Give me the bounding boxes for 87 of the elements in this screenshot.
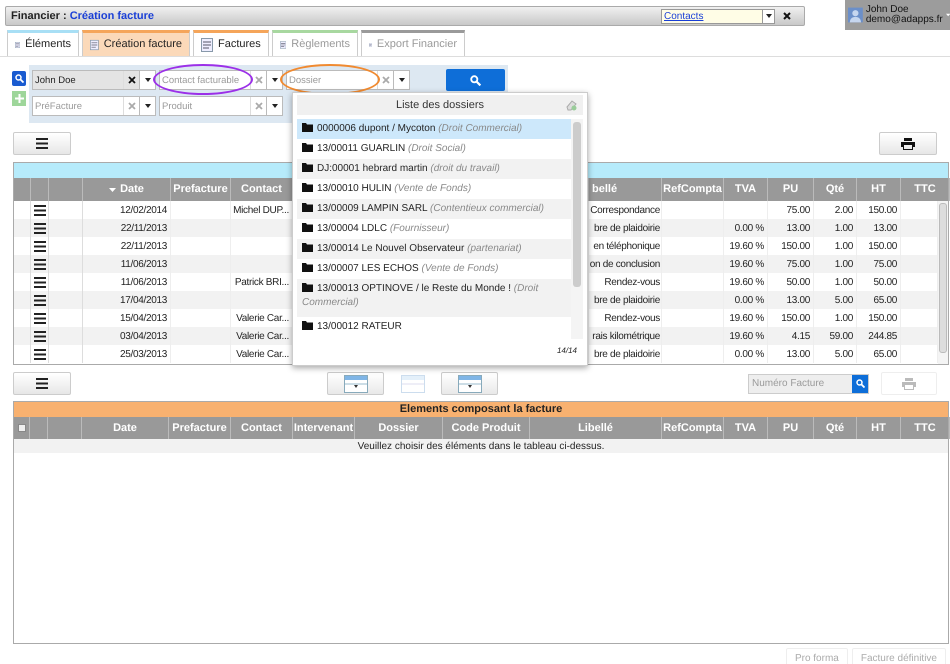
table-cell-text: 50.00 bbox=[786, 276, 810, 290]
dossier-item[interactable]: DJ:00001 hebrard martin (droit du travail) bbox=[297, 159, 571, 179]
table-cell-text: 65.00 bbox=[873, 348, 897, 362]
table-cell-text: 50.00 bbox=[873, 276, 897, 290]
select-input[interactable]: Contact facturable bbox=[160, 71, 250, 89]
table-cell-text: 1.00 bbox=[834, 276, 853, 290]
tab[interactable]: Création facture bbox=[82, 30, 190, 56]
table-cell-text: 22/11/2013 bbox=[120, 222, 167, 236]
dossier-item[interactable]: 13/00014 Le Nouvel Observateur (partenariat) bbox=[297, 239, 571, 259]
user-email: demo@adapps.fr bbox=[866, 15, 943, 25]
table-cell-text: 59.00 bbox=[829, 330, 853, 344]
table-cell-text: 19.60 % bbox=[729, 240, 764, 254]
table-cell-text: Rendez-vous bbox=[604, 276, 660, 290]
select-field[interactable]: PréFacture bbox=[32, 96, 140, 116]
table-cell-text: 2.00 bbox=[834, 204, 853, 218]
item-count: 14/14 bbox=[556, 346, 577, 355]
table-cell-text: 244.85 bbox=[868, 330, 897, 344]
table-cell-text: bre de plaidoirie bbox=[594, 294, 660, 308]
table-cell-text: 75.00 bbox=[786, 204, 810, 218]
table-cell-text: 13.00 bbox=[873, 222, 897, 236]
select-field[interactable]: Dossier bbox=[286, 70, 394, 90]
table-cell-text: 13.00 bbox=[786, 348, 810, 362]
table-cell-text: 22/11/2013 bbox=[120, 240, 167, 254]
invoice-number-field[interactable]: Numéro Facture bbox=[748, 374, 869, 394]
user-name: John Doe bbox=[866, 5, 909, 15]
table-cell-text: 75.00 bbox=[873, 258, 897, 272]
table-cell-text: bre de plaidoirie bbox=[594, 348, 660, 362]
table-cell-text: Valerie Car... bbox=[236, 348, 289, 362]
select-input[interactable]: John Doe bbox=[33, 71, 123, 89]
dropdown-title: Liste des dossiers bbox=[396, 98, 484, 113]
contacts-select[interactable]: Contacts bbox=[661, 8, 775, 24]
invoice-number-input[interactable]: Numéro Facture bbox=[749, 374, 852, 392]
table-cell-text: 150.00 bbox=[781, 240, 810, 254]
table-cell-text: 150.00 bbox=[781, 312, 810, 326]
table-cell-text: 19.60 % bbox=[729, 330, 764, 344]
table-cell-text: 19.60 % bbox=[729, 258, 764, 272]
table-cell-text: 03/04/2013 bbox=[120, 330, 167, 344]
empty-message: Veuillez choisir des éléments dans le tableau ci-dessus. bbox=[358, 440, 604, 454]
table-cell-text: Valerie Car... bbox=[236, 330, 289, 344]
table-cell-text: 0.00 % bbox=[734, 222, 764, 236]
table-cell-text: Rendez-vous bbox=[604, 312, 660, 326]
table-cell-text: 25/03/2013 bbox=[120, 348, 167, 362]
table-cell-text: 19.60 % bbox=[729, 276, 764, 290]
tab[interactable]: Éléments bbox=[7, 30, 79, 56]
table-cell-text: rais kilométrique bbox=[592, 330, 660, 344]
table-cell-text: 150.00 bbox=[868, 312, 897, 326]
table-cell-text: 1.00 bbox=[834, 258, 853, 272]
table-cell-text: 0.00 % bbox=[734, 294, 764, 308]
dossier-item[interactable]: 13/00013 OPTINOVE / le Reste du Monde ! (Droit Commercial) bbox=[297, 279, 571, 317]
table-cell-text: Michel DUP... bbox=[233, 204, 289, 218]
table-cell-text: 5.00 bbox=[834, 294, 853, 308]
page-title: Financier : Création facture bbox=[11, 8, 154, 24]
select-field[interactable]: John Doe bbox=[32, 70, 140, 90]
table-cell-text: 15/04/2013 bbox=[120, 312, 167, 326]
dossier-item[interactable]: 13/00009 LAMPIN SARL (Contentieux commercial) bbox=[297, 199, 571, 219]
table-cell-text: 75.00 bbox=[786, 258, 810, 272]
table-cell-text: 13.00 bbox=[786, 294, 810, 308]
table-cell-text: 1.00 bbox=[834, 222, 853, 236]
table-cell-text: 11/06/2013 bbox=[120, 258, 167, 272]
table-cell-text: 19.60 % bbox=[729, 312, 764, 326]
table-cell-text: Correspondance bbox=[590, 204, 660, 218]
table-cell-text: 12/02/2014 bbox=[120, 204, 167, 218]
select-field[interactable]: Contact facturable bbox=[159, 70, 267, 90]
table-cell-text: 1.00 bbox=[834, 240, 853, 254]
table-cell-text: Patrick BRI... bbox=[234, 276, 289, 290]
table-cell-text: 11/06/2013 bbox=[120, 276, 167, 290]
table-cell-text: Valerie Car... bbox=[236, 312, 289, 326]
tab[interactable]: Factures bbox=[193, 30, 269, 56]
table-cell-text: 65.00 bbox=[873, 294, 897, 308]
select-input[interactable]: Produit bbox=[160, 97, 250, 115]
table-cell-text: 5.00 bbox=[834, 348, 853, 362]
user-menu[interactable]: John Doe demo@adapps.fr bbox=[845, 0, 950, 30]
dossier-item[interactable]: 0000006 dupont / Mycoton (Droit Commercial) bbox=[297, 119, 571, 139]
table-cell-text: en téléphonique bbox=[593, 240, 660, 254]
select-input[interactable]: PréFacture bbox=[33, 97, 123, 115]
table-cell-text: 150.00 bbox=[868, 204, 897, 218]
table-cell-text: bre de plaidoirie bbox=[594, 222, 660, 236]
table-cell-text: 17/04/2013 bbox=[120, 294, 167, 308]
table-cell-text: 1.00 bbox=[834, 312, 853, 326]
table-cell-text: on de conclusion bbox=[590, 258, 660, 272]
select-input[interactable]: Dossier bbox=[287, 71, 377, 89]
table-cell-text: 13.00 bbox=[786, 222, 810, 236]
table-cell-text: 150.00 bbox=[868, 240, 897, 254]
table-cell-text: 0.00 % bbox=[734, 348, 764, 362]
table-cell-text: 4.15 bbox=[792, 330, 810, 344]
table-title: Elements composant la facture bbox=[400, 402, 562, 418]
select-field[interactable]: Produit bbox=[159, 96, 267, 116]
